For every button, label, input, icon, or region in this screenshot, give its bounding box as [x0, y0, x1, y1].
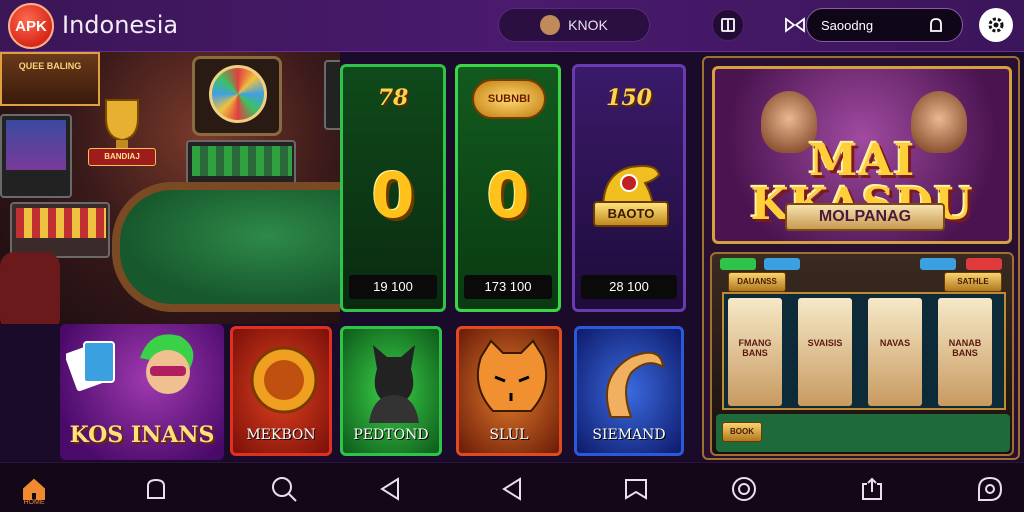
game-tile[interactable]: SIEMAND — [574, 326, 684, 456]
search-icon — [272, 477, 297, 502]
back-arrow-icon — [502, 477, 521, 501]
slot-tag: BOOK — [722, 422, 762, 442]
search-input[interactable] — [821, 17, 931, 33]
zoom-search-icon — [732, 477, 756, 501]
horn-icon — [606, 351, 665, 418]
slot-machine-preview: DAUANSS SATHLE FMANG BANS SVAISIS NAVAS … — [710, 252, 1014, 456]
game-tile-hero[interactable]: KOS INANS — [60, 324, 224, 460]
score-card[interactable]: 78 0 19 100 — [340, 64, 446, 312]
score-card-head: SUBNBI — [472, 79, 546, 119]
gear-icon — [988, 17, 1004, 33]
score-card-foot: 173 100 — [464, 275, 552, 299]
slot-reel: NAVAS — [868, 298, 922, 406]
tiger-icon — [477, 339, 547, 412]
lock-icon[interactable] — [928, 17, 944, 33]
score-card-head: 150 — [606, 85, 652, 111]
upload-icon — [862, 477, 882, 500]
casino-sign: QUEE BALING — [0, 52, 100, 106]
game-tile[interactable]: SLUL — [456, 326, 562, 456]
app-logo[interactable]: APK — [8, 3, 54, 49]
avatar — [540, 15, 561, 35]
wallet-icon — [721, 18, 735, 32]
score-card-value: 0 — [486, 159, 530, 232]
slot-reel: NANAB BANS — [938, 298, 992, 406]
app-title: Indonesia — [62, 11, 179, 39]
casino-scene-image: QUEE BALING BANDIAJ — [0, 52, 340, 324]
score-card-head: 78 — [377, 85, 409, 111]
roulette-wheel — [192, 56, 282, 136]
slot-reel: SVAISIS — [798, 298, 852, 406]
slot-machine — [10, 202, 110, 258]
game-tile[interactable]: PEDTOND — [340, 326, 442, 456]
poker-table — [112, 182, 340, 312]
bookmark-icon — [625, 479, 647, 500]
nav-upload[interactable] — [856, 473, 888, 505]
nav-search[interactable] — [268, 473, 300, 505]
slot-reels: FMANG BANS SVAISIS NAVAS NANAB BANS — [722, 292, 1006, 410]
featured-subtitle: MOLPANAG — [785, 203, 945, 231]
nav-bookmark[interactable] — [620, 473, 652, 505]
cards-icon — [66, 341, 115, 392]
game-title: SLUL — [489, 427, 529, 443]
trophy-label: BANDIAJ — [88, 148, 156, 166]
user-name: KNOK — [568, 17, 608, 33]
slot-tag: DAUANSS — [728, 272, 786, 292]
bowtie-icon — [785, 17, 805, 33]
indicator-lights — [720, 258, 1008, 272]
score-card-badge: BAOTO — [593, 201, 669, 227]
nav-back-2[interactable] — [496, 473, 528, 505]
nav-chat-search[interactable] — [974, 473, 1006, 505]
featured-game-panel[interactable]: MAI KKASDU MOLPANAG DAUANSS SATHLE FMANG… — [702, 56, 1020, 460]
settings-button[interactable] — [979, 8, 1013, 42]
slot-machine — [0, 114, 72, 198]
chat-search-icon — [978, 476, 1003, 501]
game-title: SIEMAND — [592, 427, 666, 443]
slot-base: BOOK — [716, 414, 1010, 452]
coin-icon — [250, 346, 318, 414]
user-account-pill[interactable]: KNOK — [498, 8, 650, 42]
nav-zoom[interactable] — [728, 473, 760, 505]
score-card-foot: 28 100 — [581, 275, 677, 299]
back-arrow-icon — [380, 477, 399, 501]
game-title: PEDTOND — [353, 427, 429, 443]
nav-home-label: HOME — [23, 499, 45, 506]
featured-banner: MAI KKASDU MOLPANAG — [712, 66, 1012, 244]
slot-machine — [324, 60, 340, 130]
casino-chair — [0, 252, 60, 324]
search-field[interactable] — [806, 8, 963, 42]
bottom-nav: HOME — [0, 462, 1024, 512]
slot-reel: FMANG BANS — [728, 298, 782, 406]
slot-tag: SATHLE — [944, 272, 1002, 292]
game-title: KOS INANS — [69, 422, 215, 448]
score-card[interactable]: SUBNBI 0 173 100 — [455, 64, 561, 312]
nav-back[interactable] — [374, 473, 406, 505]
bag-icon — [147, 478, 165, 499]
top-bar: APK Indonesia KNOK — [0, 0, 1024, 52]
score-card-value: 0 — [371, 159, 415, 232]
game-tile[interactable]: MEKBON — [230, 326, 332, 456]
score-card-foot: 19 100 — [349, 275, 437, 299]
logo-text: APK — [15, 17, 47, 35]
score-card[interactable]: 150 BAOTO 28 100 — [572, 64, 686, 312]
wallet-button[interactable] — [712, 9, 744, 41]
game-title: MEKBON — [246, 427, 316, 443]
app-root: APK Indonesia KNOK QUEE BALING BANDIAJ — [0, 0, 1024, 512]
nav-bag[interactable] — [140, 473, 172, 505]
character-icon — [140, 334, 194, 394]
cat-icon — [369, 345, 419, 423]
